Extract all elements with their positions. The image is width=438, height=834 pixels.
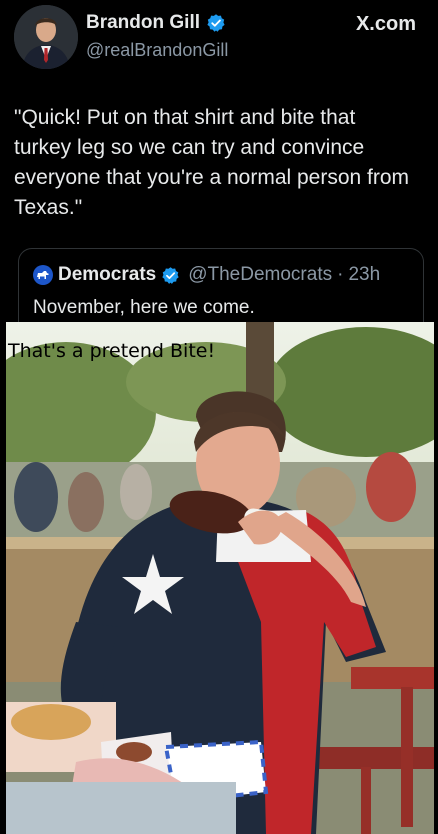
author-name-row: Brandon Gill — [86, 12, 226, 34]
author-handle[interactable]: @realBrandonGill — [86, 40, 228, 61]
verified-badge-icon — [207, 14, 225, 32]
author-avatar[interactable] — [14, 5, 78, 69]
quote-text: November, here we come. — [33, 297, 255, 318]
verified-badge-icon — [162, 266, 179, 284]
photo-caption-overlay: That's a pretend Bite! — [8, 340, 216, 362]
tweet-text: "Quick! Put on that shirt and bite that … — [14, 106, 410, 219]
donkey-logo-icon — [33, 265, 53, 285]
attached-photo[interactable]: That's a pretend Bite! — [6, 322, 434, 834]
photo-illustration — [6, 322, 434, 834]
quote-handle[interactable]: @TheDemocrats — [188, 264, 332, 286]
author-display-name[interactable]: Brandon Gill — [86, 12, 200, 34]
quote-display-name[interactable]: Democrats — [58, 264, 156, 286]
avatar-portrait — [14, 5, 78, 69]
quote-timestamp[interactable]: 23h — [348, 264, 380, 286]
source-label: X.com — [355, 13, 416, 35]
quote-header: Democrats @TheDemocrats · 23h — [33, 264, 380, 286]
quote-separator: · — [337, 264, 344, 285]
